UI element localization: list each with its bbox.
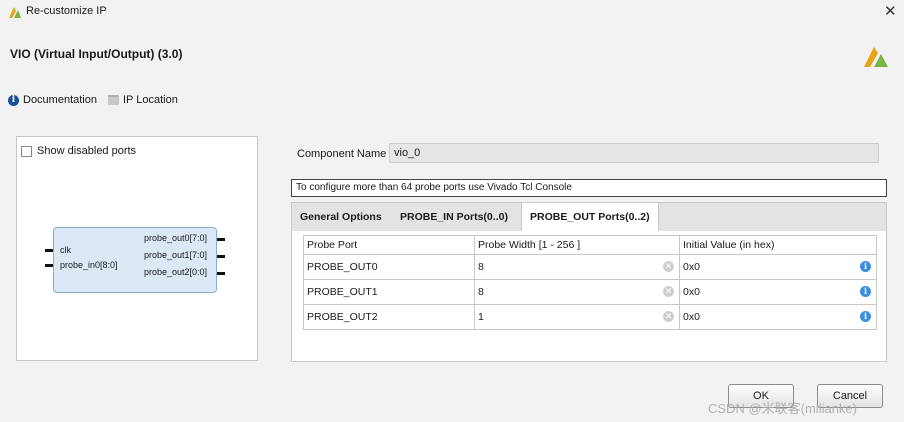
ip-location-label: IP Location <box>123 94 178 106</box>
component-name-label: Component Name <box>297 148 387 160</box>
initial-value-value[interactable]: 0x0 <box>683 286 700 298</box>
checkbox-box[interactable] <box>21 145 32 157</box>
column-header-probe-port: Probe Port <box>303 235 475 255</box>
probe-width-value[interactable]: 8 <box>478 286 484 298</box>
close-icon[interactable]: ✕ <box>884 2 897 20</box>
pin-probe-out2: probe_out2[0:0] <box>143 267 207 277</box>
probe-port-cell: PROBE_OUT1 <box>303 279 475 305</box>
info-icon: i <box>860 311 871 322</box>
table-row: PROBE_OUT1 8 ✕ 0x0 i <box>303 279 877 305</box>
pin-clk: clk <box>60 245 71 255</box>
pin-clk-line <box>45 249 53 252</box>
probe-width-cell[interactable]: 1 ✕ <box>474 304 680 330</box>
probe-width-cell[interactable]: 8 ✕ <box>474 279 680 305</box>
tab-general-options[interactable]: General Options <box>292 203 390 231</box>
tab-panel: General Options PROBE_IN Ports(0..0) PRO… <box>291 202 887 362</box>
clear-icon[interactable]: ✕ <box>663 311 674 322</box>
initial-value-value[interactable]: 0x0 <box>683 311 700 323</box>
info-icon: i <box>860 261 871 272</box>
probe-width-value[interactable]: 1 <box>478 311 484 323</box>
pin-probe-out2-line <box>217 272 225 275</box>
probe-width-value[interactable]: 8 <box>478 261 484 273</box>
ip-symbol-panel: Show disabled ports clk probe_in0[8:0] p… <box>16 136 258 361</box>
initial-value-cell[interactable]: 0x0 i <box>679 304 877 330</box>
app-logo-icon <box>9 7 21 18</box>
pin-probe-out0: probe_out0[7:0] <box>143 233 207 243</box>
ip-symbol-block: clk probe_in0[8:0] probe_out0[7:0] probe… <box>45 227 225 293</box>
table-row: PROBE_OUT0 8 ✕ 0x0 i <box>303 254 877 280</box>
probe-out-table: Probe Port Probe Width [1 - 256 ] Initia… <box>303 235 877 330</box>
initial-value-value[interactable]: 0x0 <box>683 261 700 273</box>
table-row: PROBE_OUT2 1 ✕ 0x0 i <box>303 304 877 330</box>
component-name-field[interactable]: vio_0 <box>389 143 879 163</box>
initial-value-cell[interactable]: 0x0 i <box>679 254 877 280</box>
probe-port-cell: PROBE_OUT2 <box>303 304 475 330</box>
documentation-link[interactable]: i Documentation <box>8 94 97 106</box>
show-disabled-ports-checkbox[interactable]: Show disabled ports <box>21 145 136 157</box>
probe-out-tab-content: Probe Port Probe Width [1 - 256 ] Initia… <box>292 231 886 361</box>
pin-probe-out1-line <box>217 255 225 258</box>
ip-location-link[interactable]: IP Location <box>108 94 178 106</box>
pin-probe-in0-line <box>45 264 53 267</box>
column-header-probe-width: Probe Width [1 - 256 ] <box>474 235 680 255</box>
probe-port-cell: PROBE_OUT0 <box>303 254 475 280</box>
info-icon: i <box>860 286 871 297</box>
watermark: CSDN @米联客(milianke) <box>708 401 857 416</box>
tcl-console-info-text: To configure more than 64 probe ports us… <box>291 179 887 197</box>
clear-icon[interactable]: ✕ <box>663 286 674 297</box>
probe-width-cell[interactable]: 8 ✕ <box>474 254 680 280</box>
folder-icon <box>108 95 119 105</box>
info-icon: i <box>8 94 19 106</box>
title-bar: Re-customize IP ✕ <box>0 0 904 24</box>
initial-value-cell[interactable]: 0x0 i <box>679 279 877 305</box>
tab-probe-in-ports[interactable]: PROBE_IN Ports(0..0) <box>392 203 516 231</box>
show-disabled-ports-label: Show disabled ports <box>37 145 137 157</box>
column-header-initial-value: Initial Value (in hex) <box>679 235 877 255</box>
pin-probe-in0: probe_in0[8:0] <box>60 260 118 270</box>
xilinx-logo-icon <box>864 47 888 67</box>
clear-icon[interactable]: ✕ <box>663 261 674 272</box>
pin-probe-out0-line <box>217 238 225 241</box>
window-title: Re-customize IP <box>26 5 107 17</box>
ip-title: VIO (Virtual Input/Output) (3.0) <box>10 47 183 61</box>
documentation-label: Documentation <box>23 94 97 106</box>
table-header-row: Probe Port Probe Width [1 - 256 ] Initia… <box>303 235 877 255</box>
pin-probe-out1: probe_out1[7:0] <box>143 250 207 260</box>
tab-probe-out-ports[interactable]: PROBE_OUT Ports(0..2) <box>521 203 659 231</box>
